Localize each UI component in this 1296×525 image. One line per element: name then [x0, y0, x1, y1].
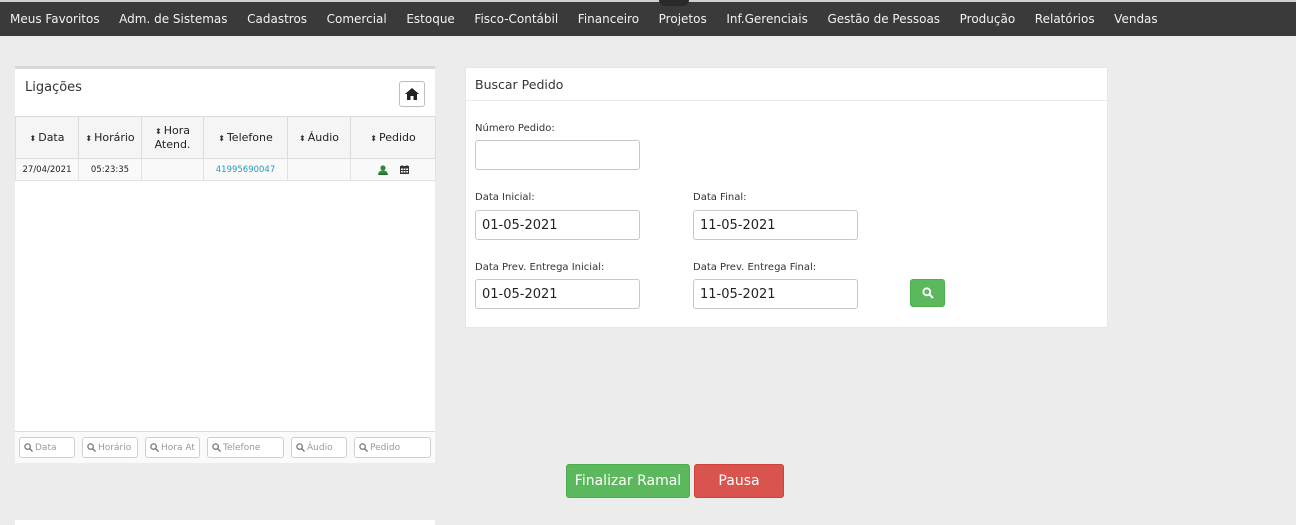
numero-pedido-label: Número Pedido:	[475, 123, 555, 134]
filter-pedido[interactable]: Pedido	[354, 437, 431, 458]
data-final-label: Data Final:	[693, 192, 747, 203]
order-search-title: Buscar Pedido	[466, 68, 1107, 101]
cell-horario: 05:23:35	[78, 158, 142, 181]
data-prev-entrega-inicial-label: Data Prev. Entrega Inicial:	[475, 262, 605, 273]
sort-icon: ⬍	[370, 133, 377, 143]
filter-telefone[interactable]: Telefone	[207, 437, 284, 458]
nav-item-gestao-pessoas[interactable]: Gestão de Pessoas	[827, 12, 940, 26]
column-label: Horário	[94, 130, 135, 144]
filter-placeholder: Horário	[98, 442, 132, 453]
data-prev-entrega-inicial-input[interactable]: 01-05-2021	[475, 279, 640, 309]
nav-item-inf-gerenciais[interactable]: Inf.Gerenciais	[726, 12, 808, 26]
search-icon	[296, 443, 305, 452]
column-header-horario[interactable]: ⬍ Horário	[78, 116, 142, 159]
nav-item-estoque[interactable]: Estoque	[406, 12, 455, 26]
search-icon	[359, 443, 368, 452]
filter-placeholder: Telefone	[223, 442, 261, 453]
home-button[interactable]	[399, 81, 425, 107]
search-button[interactable]	[910, 279, 945, 307]
column-header-audio[interactable]: ⬍ Áudio	[287, 116, 351, 159]
top-navigation: Meus Favoritos Adm. de Sistemas Cadastro…	[0, 0, 1296, 36]
cell-hora-atend	[141, 158, 204, 181]
calls-panel-title: Ligações	[25, 80, 82, 95]
finalizar-ramal-button[interactable]: Finalizar Ramal	[566, 464, 690, 498]
nav-item-relatorios[interactable]: Relatórios	[1035, 12, 1095, 26]
sort-icon: ⬍	[155, 127, 162, 136]
search-icon	[87, 443, 96, 452]
nav-item-adm-sistemas[interactable]: Adm. de Sistemas	[119, 12, 227, 26]
column-header-hora-atend[interactable]: ⬍ Hora Atend.	[141, 116, 204, 159]
data-final-input[interactable]: 11-05-2021	[693, 210, 858, 240]
column-header-telefone[interactable]: ⬍ Telefone	[203, 116, 288, 159]
cell-telefone: 41995690047	[203, 158, 288, 181]
sort-icon: ⬍	[29, 133, 37, 143]
home-icon	[405, 88, 419, 100]
filter-placeholder: Áudio	[307, 442, 333, 453]
column-header-pedido[interactable]: ⬍ Pedido	[350, 116, 436, 159]
column-label: Data	[38, 130, 65, 144]
filter-audio[interactable]: Áudio	[291, 437, 347, 458]
search-icon	[150, 443, 159, 452]
data-inicial-input[interactable]: 01-05-2021	[475, 210, 640, 240]
table-row: 27/04/2021 05:23:35 41995690047	[15, 158, 436, 181]
column-filters: Data Horário Hora At Telefone Áudio Pedi…	[15, 431, 435, 463]
nav-item-vendas[interactable]: Vendas	[1114, 12, 1158, 26]
calls-panel: Ligações ⬍ Data ⬍ Horário ⬍ Hora Atend. ⬍ Te…	[15, 66, 436, 463]
column-header-data[interactable]: ⬍ Data	[15, 116, 79, 159]
nav-menu: Meus Favoritos Adm. de Sistemas Cadastro…	[0, 2, 1296, 36]
nav-notch	[659, 0, 689, 6]
nav-item-cadastros[interactable]: Cadastros	[247, 12, 307, 26]
search-icon	[921, 287, 934, 299]
data-prev-entrega-final-input[interactable]: 11-05-2021	[693, 279, 858, 309]
nav-item-producao[interactable]: Produção	[960, 12, 1016, 26]
table-header-row: ⬍ Data ⬍ Horário ⬍ Hora Atend. ⬍ Telefone ⬍ Á…	[15, 116, 436, 159]
nav-item-financeiro[interactable]: Financeiro	[578, 12, 639, 26]
column-label: Telefone	[226, 130, 273, 144]
filter-placeholder: Hora At	[161, 442, 195, 453]
search-icon	[212, 443, 221, 452]
order-search-panel: Buscar Pedido Número Pedido: Data Inicia…	[465, 67, 1108, 328]
nav-item-fisco-contabil[interactable]: Fisco-Contábil	[474, 12, 558, 26]
sort-icon: ⬍	[218, 133, 225, 143]
calendar-icon[interactable]	[399, 165, 409, 174]
filter-placeholder: Data	[35, 442, 57, 453]
filter-hora-atend[interactable]: Hora At	[145, 437, 200, 458]
next-panel-edge	[15, 520, 435, 525]
cell-data: 27/04/2021	[15, 158, 79, 181]
nav-item-comercial[interactable]: Comercial	[327, 12, 387, 26]
column-label: Pedido	[378, 130, 416, 144]
filter-data[interactable]: Data	[19, 437, 75, 458]
telefone-link[interactable]: 41995690047	[216, 165, 276, 175]
search-icon	[24, 443, 33, 452]
cell-pedido	[350, 158, 436, 181]
filter-horario[interactable]: Horário	[82, 437, 138, 458]
sort-icon: ⬍	[85, 133, 93, 143]
cell-audio	[287, 158, 351, 181]
user-icon[interactable]	[377, 164, 388, 175]
calls-table: ⬍ Data ⬍ Horário ⬍ Hora Atend. ⬍ Telefone ⬍ Á…	[15, 116, 436, 181]
column-label: Áudio	[307, 130, 339, 144]
nav-item-meus-favoritos[interactable]: Meus Favoritos	[10, 12, 100, 26]
data-inicial-label: Data Inicial:	[475, 192, 535, 203]
nav-item-projetos[interactable]: Projetos	[659, 12, 707, 26]
pausa-button[interactable]: Pausa	[694, 464, 784, 498]
numero-pedido-input[interactable]	[475, 140, 640, 170]
sort-icon: ⬍	[299, 133, 306, 143]
data-prev-entrega-final-label: Data Prev. Entrega Final:	[693, 262, 817, 273]
filter-placeholder: Pedido	[370, 442, 401, 453]
